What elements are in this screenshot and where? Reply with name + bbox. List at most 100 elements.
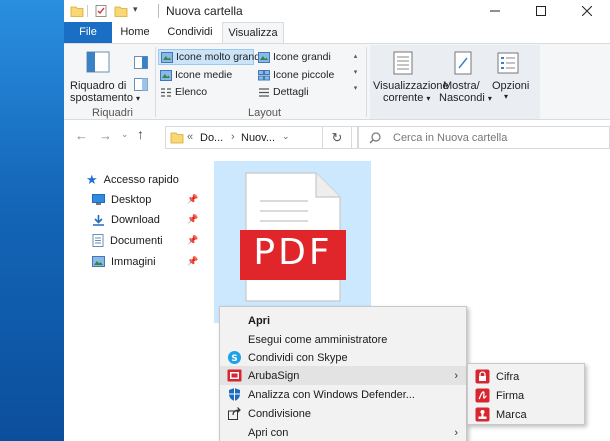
desktop-background	[0, 0, 64, 441]
tab-file[interactable]: File	[64, 22, 112, 43]
context-menu: Apri Esegui come amministratore S Condiv…	[219, 306, 467, 441]
menu-item-open-with[interactable]: Apri con ›	[220, 423, 466, 441]
group-label-riquadri: Riquadri	[92, 107, 133, 119]
layout-item-label: Dettagli	[273, 86, 309, 98]
show-hide-button[interactable]: Mostra/ Nascondi ▾	[439, 47, 492, 105]
pin-icon[interactable]: 📌	[187, 214, 198, 225]
sidebar-item-desktop[interactable]: Desktop	[92, 190, 151, 209]
menu-item-share-skype[interactable]: S Condividi con Skype	[220, 348, 466, 367]
layout-medium-icons[interactable]: Icone medie	[160, 67, 232, 83]
window-title: Nuova cartella	[166, 4, 243, 18]
menu-item-arubasign[interactable]: ArubaSign ›	[220, 366, 466, 385]
layout-item-label: Icone medie	[175, 69, 233, 81]
current-view-button[interactable]: Visualizzazione corrente ▾	[371, 47, 449, 105]
search-box[interactable]: Cerca in Nuova cartella	[358, 126, 610, 149]
up-arrow-icon[interactable]: ↑	[137, 126, 144, 142]
quick-access-dropdown-icon[interactable]: ▾	[133, 4, 138, 15]
show-hide-label-2: Nascondi ▾	[439, 92, 492, 104]
sidebar-item-quick-access[interactable]: ★ Accesso rapido	[86, 170, 179, 189]
arubasign-icon	[227, 369, 242, 382]
layout-small-icons[interactable]: Icone piccole	[258, 67, 334, 83]
navigation-pane-icon	[86, 51, 110, 73]
details-icon	[259, 87, 269, 97]
large-icons-icon	[258, 51, 270, 63]
breadcrumb-documents[interactable]: Do...	[200, 132, 223, 144]
menu-item-label: Condivisione	[248, 407, 311, 420]
navigation-pane-button[interactable]: Riquadro di spostamento ▾	[68, 47, 140, 105]
minimize-icon	[490, 10, 500, 12]
star-icon: ★	[86, 171, 98, 187]
options-button[interactable]: Opzioni ▾	[488, 47, 530, 105]
menu-item-label: ArubaSign	[248, 369, 300, 382]
maximize-button[interactable]	[518, 0, 564, 22]
menu-item-label: Esegui come amministratore	[248, 333, 388, 346]
close-button[interactable]	[564, 0, 610, 22]
menu-item-label: Marca	[496, 408, 527, 421]
sidebar-item-download[interactable]: Download	[92, 210, 160, 229]
images-icon	[92, 256, 105, 267]
layout-item-label: Elenco	[175, 86, 208, 98]
refresh-button[interactable]: ↻	[322, 126, 352, 149]
sidebar-item-documents[interactable]: Documenti	[92, 231, 163, 250]
layout-details[interactable]: Dettagli	[258, 84, 309, 100]
sidebar-item-images[interactable]: Immagini	[92, 252, 156, 271]
pin-icon[interactable]: 📌	[187, 194, 198, 205]
layout-list[interactable]: Elenco	[160, 84, 207, 100]
group-separator	[155, 47, 156, 117]
shield-icon	[229, 388, 240, 401]
current-view-icon	[393, 51, 413, 75]
ribbon-tabs: File Home Condividi Visualizza	[64, 22, 610, 43]
layout-extra-large-icons[interactable]: Icone molto grandi	[158, 49, 262, 65]
properties-icon[interactable]	[94, 4, 108, 18]
layout-item-label: Icone grandi	[273, 51, 331, 63]
sidebar-item-label: Accesso rapido	[103, 173, 179, 186]
layout-item-label: Icone piccole	[273, 69, 335, 81]
download-icon	[93, 214, 104, 226]
layout-scroll[interactable]: ▴ ▾ ▾	[351, 49, 360, 99]
breadcrumb-separator: ›	[231, 131, 235, 143]
address-dropdown-icon[interactable]: ⌄	[282, 131, 290, 142]
share-icon	[228, 407, 241, 420]
tab-share[interactable]: Condividi	[158, 22, 222, 43]
file-item-pdf[interactable]: PDF	[214, 161, 371, 323]
tab-view[interactable]: Visualizza	[222, 22, 284, 43]
lock-icon	[475, 369, 490, 384]
navigation-pane-label-2: spostamento ▾	[70, 92, 141, 104]
extra-large-icons-icon	[161, 51, 173, 63]
menu-item-share[interactable]: Condivisione	[220, 404, 466, 423]
menu-item-label: Condividi con Skype	[248, 351, 348, 364]
minimize-button[interactable]	[472, 0, 518, 22]
chevron-right-icon: ›	[454, 369, 458, 382]
close-icon	[582, 6, 592, 16]
submenu-item-sign[interactable]: Firma	[468, 386, 584, 405]
pin-icon[interactable]: 📌	[187, 235, 198, 246]
details-pane-icon[interactable]	[134, 78, 148, 91]
arubasign-submenu: Cifra Firma Marca	[467, 363, 585, 425]
menu-item-label: Firma	[496, 389, 525, 402]
submenu-item-encrypt[interactable]: Cifra	[468, 367, 584, 386]
maximize-icon	[536, 6, 546, 16]
pin-icon[interactable]: 📌	[187, 256, 198, 267]
recent-locations-icon[interactable]: ⌄	[121, 129, 129, 140]
current-view-label-2: corrente ▾	[383, 92, 431, 104]
stamp-icon	[475, 407, 490, 422]
sidebar-item-label: Download	[111, 213, 160, 226]
documents-icon	[92, 234, 104, 247]
tab-home[interactable]: Home	[112, 22, 158, 43]
breadcrumb-current[interactable]: Nuov...	[241, 132, 275, 144]
new-folder-icon[interactable]	[114, 4, 128, 18]
options-label: Opzioni	[492, 80, 530, 92]
medium-icons-icon	[160, 69, 172, 81]
signature-icon	[475, 388, 490, 403]
preview-pane-icon[interactable]	[134, 56, 148, 69]
back-arrow-icon[interactable]: ←	[75, 128, 88, 143]
breadcrumb-overflow[interactable]: «	[187, 131, 193, 143]
submenu-item-timestamp[interactable]: Marca	[468, 405, 584, 424]
forward-arrow-icon[interactable]: →	[99, 128, 112, 143]
show-hide-icon	[454, 51, 472, 75]
menu-item-open[interactable]: Apri	[220, 311, 466, 330]
layout-large-icons[interactable]: Icone grandi	[256, 49, 331, 65]
menu-item-run-as-admin[interactable]: Esegui come amministratore	[220, 330, 466, 349]
menu-item-label: Apri	[248, 314, 270, 327]
menu-item-defender-scan[interactable]: Analizza con Windows Defender...	[220, 385, 466, 404]
